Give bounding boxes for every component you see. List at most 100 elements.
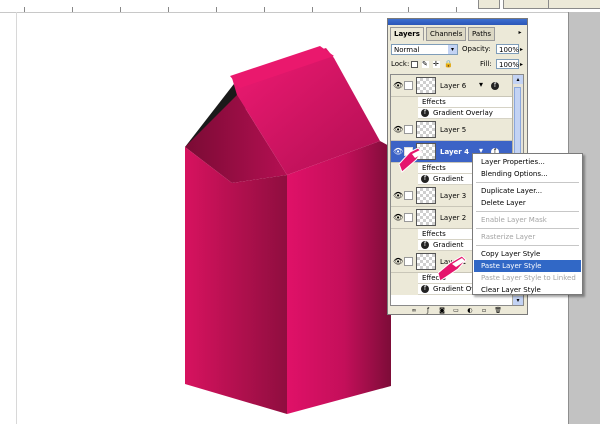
trash-icon[interactable]: 🗑: [494, 307, 502, 314]
blend-opacity-row: Normal ▾ Opacity: 100% ▸: [391, 44, 524, 57]
menu-item-rasterize-layer: Rasterize Layer: [481, 233, 536, 241]
ruler-tick: [216, 7, 217, 12]
canvas-edge: [16, 12, 17, 424]
link-box[interactable]: [404, 191, 413, 200]
effect-eye-icon: f: [421, 285, 429, 293]
options-bar-fragment[interactable]: [548, 0, 600, 9]
link-box[interactable]: [404, 125, 413, 134]
menu-item-paste-layer-style[interactable]: Paste Layer Style: [474, 260, 581, 272]
eye-column: [391, 273, 418, 284]
tab-paths[interactable]: Paths: [468, 27, 496, 41]
layer-name: Layer 2: [440, 214, 467, 222]
layer-name: Layer 3: [440, 192, 467, 200]
effect-eye-icon: f: [421, 175, 429, 183]
eye-icon[interactable]: 👁: [393, 213, 403, 222]
gradient-overlay-row[interactable]: f Gradient Overlay: [418, 108, 513, 119]
ruler-tick: [120, 7, 121, 12]
ruler-tick: [168, 7, 169, 12]
carton-right-face: [287, 141, 391, 414]
link-box[interactable]: [404, 257, 413, 266]
layer-thumbnail: [416, 121, 436, 138]
layer-context-menu: Layer Properties... Blending Options... …: [472, 153, 583, 295]
layer-name: Layer 6: [440, 82, 467, 90]
menu-item-blending-options[interactable]: Blending Options...: [474, 168, 581, 180]
palette-menu-arrow-icon[interactable]: ▸: [516, 29, 524, 37]
eye-column: [391, 108, 418, 119]
collapse-arrow-icon[interactable]: ▾: [479, 80, 483, 89]
ruler-tick: [312, 7, 313, 12]
menu-separator: [476, 182, 579, 183]
adjustment-layer-icon[interactable]: ◐: [466, 307, 474, 314]
opacity-arrow-icon[interactable]: ▸: [520, 44, 523, 55]
layer-thumbnail: [416, 77, 436, 94]
layer-thumbnail: [416, 209, 436, 226]
options-bar-fragment[interactable]: [503, 0, 551, 9]
link-layers-icon[interactable]: ∞: [410, 307, 418, 314]
eye-column: [391, 97, 418, 108]
ruler-tick: [264, 7, 265, 12]
menu-separator: [476, 245, 579, 246]
menu-item-delete-layer[interactable]: Delete Layer: [474, 197, 581, 209]
menu-item-copy-layer-style[interactable]: Copy Layer Style: [474, 248, 581, 260]
layer-name: Layer 4: [440, 148, 470, 156]
lock-all-icon[interactable]: 🔒: [444, 61, 453, 68]
link-box[interactable]: [404, 213, 413, 222]
layer-row[interactable]: 👁 Layer 5: [391, 119, 513, 141]
ruler-tick: [360, 7, 361, 12]
lock-fill-row: Lock: ✎ ✛ 🔒 Fill: 100% ▸: [391, 59, 524, 72]
eye-column: [391, 284, 418, 295]
lock-pixels-icon[interactable]: ✎: [422, 61, 429, 68]
new-group-icon[interactable]: ▭: [452, 307, 460, 314]
tab-channels[interactable]: Channels: [426, 27, 467, 41]
fill-input[interactable]: 100%: [496, 59, 519, 69]
ruler-tick: [24, 7, 25, 12]
opacity-label: Opacity:: [462, 45, 491, 53]
fill-arrow-icon[interactable]: ▸: [520, 59, 523, 70]
chevron-down-icon: ▾: [448, 45, 457, 54]
fill-label: Fill:: [480, 60, 492, 68]
scroll-down-icon[interactable]: ▾: [513, 296, 523, 305]
pink-pointer-icon: [398, 147, 423, 173]
menu-separator: [476, 211, 579, 212]
effects-row[interactable]: Effects: [418, 97, 513, 108]
add-mask-icon[interactable]: ◙: [438, 307, 446, 314]
effects-icon: f: [491, 82, 499, 90]
menu-separator: [476, 228, 579, 229]
menu-item-paste-layer-style-linked: Paste Layer Style to Linked: [481, 274, 576, 282]
palette-bottom-bar: ∞ ƒ ◙ ▭ ◐ ▫ 🗑: [390, 307, 524, 315]
layer-row[interactable]: 👁 Layer 6 ▾ f: [391, 75, 513, 97]
eye-column: [391, 229, 418, 240]
ruler-tick: [408, 7, 409, 12]
palette-title-bar[interactable]: [388, 19, 527, 25]
layer-name: Layer 5: [440, 126, 467, 134]
effect-eye-icon: f: [421, 109, 429, 117]
pink-pointer-icon: [438, 255, 467, 282]
effect-eye-icon: f: [421, 241, 429, 249]
lock-transparency-icon[interactable]: [411, 61, 418, 68]
add-style-icon[interactable]: ƒ: [424, 307, 432, 314]
carton-left-face: [185, 147, 287, 414]
blend-mode-select[interactable]: Normal ▾: [391, 44, 458, 55]
lock-position-icon[interactable]: ✛: [433, 61, 440, 68]
scroll-up-icon[interactable]: ▴: [513, 75, 523, 84]
eye-icon[interactable]: 👁: [393, 257, 403, 266]
layer-thumbnail: [416, 187, 436, 204]
menu-item-layer-properties[interactable]: Layer Properties...: [474, 156, 581, 168]
link-box[interactable]: [404, 81, 413, 90]
menu-item-duplicate-layer[interactable]: Duplicate Layer...: [474, 185, 581, 197]
opacity-input[interactable]: 100%: [496, 44, 519, 54]
lock-label: Lock:: [391, 60, 410, 68]
ruler-tick: [72, 7, 73, 12]
eye-column: [391, 240, 418, 251]
menu-item-clear-layer-style[interactable]: Clear Layer Style: [474, 284, 581, 296]
options-bar-fragment[interactable]: [478, 0, 500, 9]
menu-item-enable-layer-mask: Enable Layer Mask: [481, 216, 547, 224]
eye-icon[interactable]: 👁: [393, 125, 403, 134]
layer-thumbnail: [416, 253, 436, 270]
milk-carton-illustration: [185, 46, 391, 414]
ruler-tick: [456, 7, 457, 12]
eye-icon[interactable]: 👁: [393, 81, 403, 90]
new-layer-icon[interactable]: ▫: [480, 307, 488, 314]
eye-icon[interactable]: 👁: [393, 191, 403, 200]
tab-layers[interactable]: Layers: [390, 27, 424, 41]
